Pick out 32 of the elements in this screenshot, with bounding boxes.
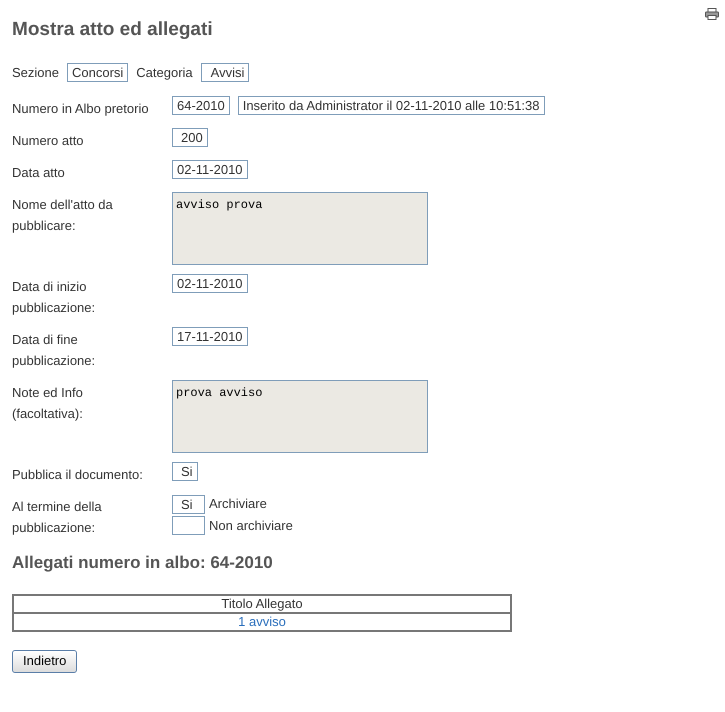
section-title: Allegati numero in albo: 64-2010 xyxy=(12,552,274,574)
field-label: Numero in Albo pretorio xyxy=(12,100,150,118)
field-label: Pubblica il documento: xyxy=(12,466,144,484)
field-label: Note ed Info (facoltativa): xyxy=(12,384,84,423)
field-label: Numero atto xyxy=(12,132,85,150)
attachment-link[interactable]: 1 avviso xyxy=(238,614,286,628)
column-header: Titolo Allegato xyxy=(13,594,511,612)
field-label: Data di fine pubblicazione: xyxy=(12,331,96,370)
field-label: Al termine della pubblicazione: xyxy=(12,498,103,537)
field-label: Sezione xyxy=(12,64,59,82)
field-label: Data atto xyxy=(12,164,66,182)
readonly-field: Concorsi xyxy=(66,63,128,82)
readonly-field: 17-11-2010 xyxy=(172,327,248,346)
readonly-field xyxy=(172,516,205,535)
readonly-field: Inserito da Administrator il 02-11-2010 alle 10:51:38 xyxy=(238,96,544,115)
readonly-field: Avvisi xyxy=(200,63,250,82)
readonly-field: 02-11-2010 xyxy=(172,160,248,179)
field-label: Nome dell'atto da pubblicare: xyxy=(12,196,114,235)
readonly-field: Si xyxy=(172,494,205,514)
field-label: Data di inizio pubblicazione: xyxy=(12,278,96,317)
text-area: prova avviso xyxy=(172,380,428,453)
readonly-field: 02-11-2010 xyxy=(172,274,248,293)
readonly-field: Si xyxy=(172,462,198,481)
readonly-field: 64-2010 xyxy=(172,96,230,115)
page-title: Mostra atto ed allegati xyxy=(12,18,214,42)
readonly-field: 200 xyxy=(172,128,208,147)
field-label: Categoria xyxy=(136,64,193,82)
text-area: avviso prova xyxy=(172,192,428,265)
option-label: Archiviare xyxy=(209,495,267,513)
option-label: Non archiviare xyxy=(209,516,293,534)
printer-icon[interactable] xyxy=(705,8,719,20)
back-button[interactable]: Indietro xyxy=(12,650,78,672)
